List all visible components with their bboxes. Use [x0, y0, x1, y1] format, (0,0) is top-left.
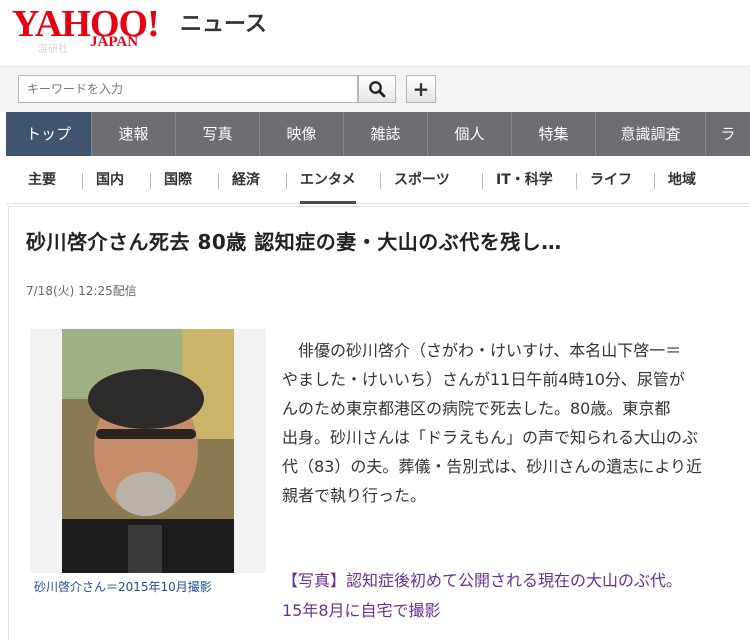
portrait-image — [62, 329, 234, 573]
category-life[interactable]: ライフ — [590, 156, 632, 204]
separator — [286, 173, 287, 189]
logo-sub: JAPAN — [90, 34, 139, 50]
category-domestic[interactable]: 国内 — [96, 156, 124, 204]
category-it-science[interactable]: IT・科学 — [496, 156, 553, 204]
search-bar: + — [0, 66, 750, 112]
search-button[interactable] — [358, 75, 396, 103]
category-sports[interactable]: スポーツ — [394, 156, 450, 204]
nav-item-video[interactable]: 映像 — [260, 112, 344, 156]
nav-item-individual[interactable]: 個人 — [428, 112, 512, 156]
separator — [150, 173, 151, 189]
article-dateline: 7/18(火) 12:25配信 — [26, 284, 137, 298]
article-headline: 砂川啓介さん死去 80歳 認知症の妻・大山のぶ代を残し… — [26, 230, 562, 254]
category-entertainment[interactable]: エンタメ — [300, 156, 356, 204]
separator — [218, 173, 219, 189]
main-nav: トップ 速報 写真 映像 雑誌 個人 特集 意識調査 ラ — [6, 112, 750, 156]
body-line: 代（83）の夫。葬儀・告別式は、砂川さんの遺志により近 — [282, 457, 703, 476]
separator — [576, 173, 577, 189]
body-line: 親者で執り行った。 — [282, 486, 427, 505]
nav-item-magazine[interactable]: 雑誌 — [344, 112, 428, 156]
nav-item-top[interactable]: トップ — [6, 112, 92, 156]
body-line: んのため東京都港区の病院で死去した。80歳。東京都 — [282, 399, 671, 418]
separator — [82, 173, 83, 189]
body-line: やました・けいいち）さんが11日午前4時10分、尿管が — [282, 370, 685, 389]
photo-caption: 砂川啓介さん＝2015年10月撮影 — [34, 580, 212, 594]
category-region[interactable]: 地域 — [668, 156, 696, 204]
search-icon — [369, 81, 386, 98]
watermark: 游研社 — [38, 44, 68, 55]
related-line: 【写真】認知症後初めて公開される現在の大山のぶ代。 — [282, 571, 683, 590]
separator — [482, 173, 483, 189]
body-line: 俳優の砂川啓介（さがわ・けいすけ、本名山下啓一＝ — [282, 341, 682, 360]
site-header: YAHOO! JAPAN 游研社 ニュース — [0, 0, 750, 66]
article-photo[interactable] — [62, 329, 234, 573]
nav-item-photos[interactable]: 写真 — [176, 112, 260, 156]
service-name[interactable]: ニュース — [180, 12, 267, 38]
separator — [380, 173, 381, 189]
related-line: 15年8月に自宅で撮影 — [282, 601, 441, 620]
related-photo-link[interactable]: 【写真】認知症後初めて公開される現在の大山のぶ代。 15年8月に自宅で撮影 — [282, 566, 732, 626]
nav-item-more[interactable]: ラ — [706, 112, 750, 156]
nav-item-breaking[interactable]: 速報 — [92, 112, 176, 156]
body-line: 出身。砂川さんは「ドラえもん」の声で知られる大山のぶ — [282, 428, 699, 447]
category-international[interactable]: 国際 — [164, 156, 192, 204]
add-button[interactable]: + — [406, 75, 436, 103]
article-body: 俳優の砂川啓介（さがわ・けいすけ、本名山下啓一＝ やました・けいいち）さんが11… — [282, 336, 732, 510]
search-input[interactable] — [18, 75, 358, 103]
category-economy[interactable]: 経済 — [232, 156, 260, 204]
category-main[interactable]: 主要 — [28, 156, 56, 204]
nav-item-survey[interactable]: 意識調査 — [596, 112, 706, 156]
nav-item-features[interactable]: 特集 — [512, 112, 596, 156]
yahoo-japan-logo[interactable]: YAHOO! JAPAN 游研社 — [12, 4, 172, 55]
separator — [654, 173, 655, 189]
category-nav: 主要 国内 国際 経済 エンタメ スポーツ IT・科学 ライフ 地域 — [6, 156, 750, 204]
